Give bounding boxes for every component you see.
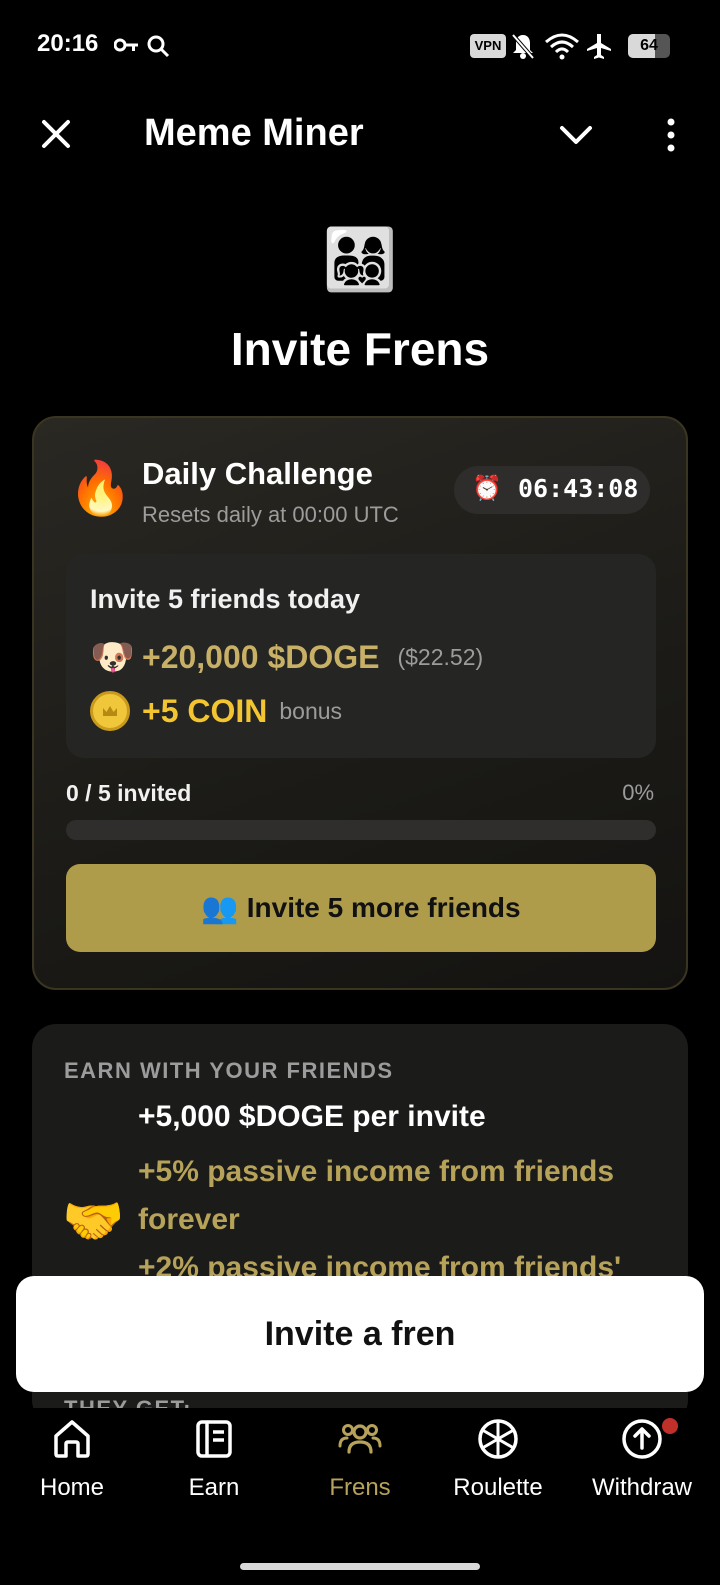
alarm-clock-icon: ⏰ [472,475,502,502]
nav-item-home[interactable]: Home [0,1408,144,1518]
earn-passive-income: +5% passive income from friends forever [138,1155,615,1236]
status-time: 20:16 [37,30,99,57]
coin-reward: +5 COIN bonus [90,688,342,734]
doge-reward: 🐶 +20,000 $DOGE ($22.52) [90,634,483,680]
nav-label-withdraw: Withdraw [591,1474,693,1501]
wheel-icon [478,1419,518,1459]
app-title: Meme Miner [144,112,364,154]
nav-label-earn: Earn [188,1474,240,1501]
close-icon[interactable] [36,114,76,154]
vpn-badge: VPN [470,34,506,58]
earn-per-invite: +5,000 $DOGE per invite [138,1100,486,1133]
coin-reward-note: bonus [279,697,343,724]
invite-more-friends-button[interactable]: 👥 Invite 5 more friends [66,864,656,952]
nav-item-frens[interactable]: Frens [288,1408,432,1518]
progress-percent: 0% [622,780,654,805]
nav-item-roulette[interactable]: Roulette [426,1408,570,1518]
fire-icon: 🔥 [68,460,133,518]
nav-item-withdraw[interactable]: Withdraw [570,1408,714,1518]
coin-icon [90,691,130,731]
notebook-icon [196,1420,232,1458]
timer-value: 06:43:08 [518,474,639,503]
users-icon [338,1424,382,1454]
arrow-up-circle-icon [622,1419,662,1459]
earn-heading: EARN WITH YOUR FRIENDS [64,1058,394,1083]
home-indicator[interactable] [240,1563,480,1570]
wifi-icon [545,33,579,60]
nav-label-frens: Frens [329,1474,391,1501]
nav-item-earn[interactable]: Earn [142,1408,286,1518]
people-icon: 👥 [201,891,239,925]
challenge-subtitle: Resets daily at 00:00 UTC [142,502,399,527]
nav-label-roulette: Roulette [453,1474,543,1501]
app-header: Meme Miner [0,100,720,172]
nav-label-home: Home [39,1474,105,1501]
chevron-down-icon[interactable] [556,118,596,154]
progress-label: 0 / 5 invited [66,780,192,806]
challenge-rewards-panel: Invite 5 friends today 🐶 +20,000 $DOGE (… [66,554,656,758]
handshake-icon: 🤝 [62,1193,125,1249]
notification-dot [662,1418,678,1434]
invite-more-friends-label: Invite 5 more friends [246,892,521,923]
challenge-title: Daily Challenge [142,456,373,491]
page-title: Invite Frens [230,323,490,375]
bell-muted-icon [511,33,535,60]
bottom-nav: Home Earn Frens Roulette Withdraw [0,1408,720,1518]
more-menu-icon[interactable] [656,116,686,156]
key-icon [114,38,138,52]
challenge-goal: Invite 5 friends today [90,584,361,614]
battery-level: 64 [640,37,658,54]
status-bar: 20:16 VPN 64 [0,0,720,92]
doge-reward-usd: ($22.52) [397,643,484,670]
dog-icon: 🐶 [90,636,135,677]
countdown-timer: ⏰ 06:43:08 [454,466,650,514]
battery-indicator: 64 [628,34,670,58]
coin-reward-amount: +5 COIN [142,692,268,729]
airplane-icon [587,34,611,59]
invite-a-fren-button[interactable]: Invite a fren [16,1276,704,1392]
family-emoji-icon: 👨‍👩‍👧‍👦 [322,226,398,293]
home-icon [54,1420,90,1458]
doge-reward-amount: +20,000 $DOGE [142,638,380,675]
progress-bar [66,820,656,840]
daily-challenge-card: 🔥 Daily Challenge Resets daily at 00:00 … [32,416,688,990]
search-icon [147,35,170,58]
invite-a-fren-label: Invite a fren [264,1314,456,1353]
